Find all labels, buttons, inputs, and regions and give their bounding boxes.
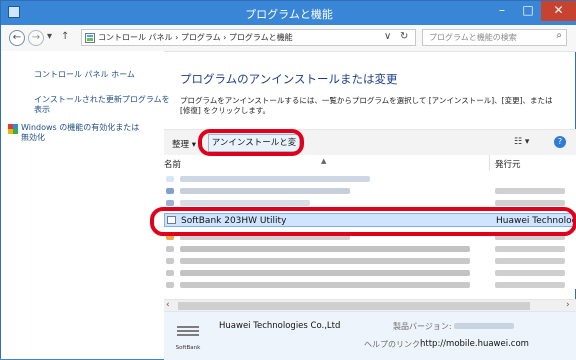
redacted-text	[495, 270, 565, 276]
maximize-button[interactable]: □	[515, 1, 541, 21]
redacted-text	[180, 188, 350, 194]
list-item[interactable]	[164, 279, 576, 289]
windows-features-link-line1[interactable]: Windows の機能の有効化または	[21, 123, 139, 133]
sort-ascending-icon: ▲	[321, 157, 327, 165]
control-panel-icon	[85, 33, 95, 43]
search-box[interactable]: プログラムと機能の検索 ⌕	[422, 29, 567, 46]
view-options-icon[interactable]: ☷ ▾	[514, 137, 529, 147]
path-dropdown[interactable]: ∨	[384, 31, 391, 42]
installed-updates-link-line1[interactable]: インストールされた更新プログラムを	[34, 95, 170, 105]
windows-features-link-line2[interactable]: 無効化	[21, 133, 45, 143]
recent-locations-dropdown[interactable]: ▾	[47, 31, 52, 42]
forward-button[interactable]: →	[28, 30, 44, 46]
column-headers: 名前 ▲ 発行元	[164, 155, 576, 171]
redacted-icon	[166, 270, 174, 276]
page-title: プログラムのアンインストールまたは変更	[180, 72, 398, 86]
minimize-button[interactable]: –	[489, 1, 515, 21]
list-item[interactable]	[164, 173, 576, 185]
redacted-icon	[166, 188, 174, 194]
redacted-icon	[166, 200, 174, 206]
path-box[interactable]: コントロール パネル › プログラム › プログラムと機能 ∨ ↻	[81, 29, 416, 46]
details-version-label: 製品バージョン:	[393, 322, 452, 331]
address-bar: ← → ▾ ↑ コントロール パネル › プログラム › プログラムと機能 ∨ …	[1, 25, 576, 52]
page-description: プログラムをアンインストールするには、一覧からプログラムを選択して [アンインス…	[180, 96, 553, 115]
redacted-version	[454, 323, 514, 329]
column-header-publisher[interactable]: 発行元	[495, 158, 521, 170]
annotation-highlight-uninstall	[198, 129, 304, 156]
list-item[interactable]	[164, 255, 576, 267]
search-input[interactable]: プログラムと機能の検索	[429, 32, 517, 43]
redacted-icon	[166, 176, 174, 182]
redacted-icon	[166, 246, 174, 252]
list-item[interactable]	[164, 185, 576, 197]
redacted-text	[495, 246, 565, 252]
back-button[interactable]: ←	[9, 30, 25, 46]
scroll-right-icon[interactable]: ›	[566, 300, 570, 310]
redacted-text	[180, 246, 470, 252]
scroll-left-icon[interactable]: ‹	[166, 300, 170, 310]
logo-text: SoftBank	[176, 345, 201, 351]
help-icon[interactable]: ?	[554, 136, 566, 148]
redacted-text	[495, 188, 565, 194]
redacted-text	[180, 176, 370, 182]
annotation-highlight-program-row	[150, 207, 576, 236]
close-button[interactable]: ✕	[541, 1, 576, 21]
redacted-text	[495, 282, 565, 288]
column-header-name[interactable]: 名前	[164, 158, 181, 170]
redacted-icon	[166, 258, 174, 264]
programs-and-features-window: プログラムと機能 – □ ✕ ← → ▾ ↑ コントロール パネル › プログラ…	[0, 0, 576, 360]
details-help-label: ヘルプのリンク:	[364, 340, 423, 349]
scrollbar-thumb[interactable]	[178, 302, 530, 310]
shield-icon	[8, 124, 18, 134]
list-item[interactable]	[164, 243, 576, 255]
refresh-button[interactable]: ↻	[400, 31, 408, 42]
redacted-icon	[166, 282, 174, 288]
up-button[interactable]: ↑	[61, 31, 69, 42]
softbank-logo: SoftBank	[176, 326, 201, 351]
organize-menu[interactable]: 整理 ▾	[172, 138, 196, 150]
title-bar: プログラムと機能 – □ ✕	[1, 1, 576, 25]
redacted-text	[495, 258, 565, 264]
redacted-text	[180, 258, 470, 264]
redacted-text	[180, 282, 470, 288]
column-divider[interactable]	[489, 155, 490, 171]
details-help-url[interactable]: http://mobile.huawei.com	[420, 339, 529, 349]
redacted-text	[180, 200, 310, 206]
list-item[interactable]	[164, 267, 576, 279]
breadcrumb: コントロール パネル › プログラム › プログラムと機能	[98, 33, 293, 42]
redacted-text	[495, 200, 565, 206]
search-icon[interactable]: ⌕	[556, 30, 562, 41]
details-company: Huawei Technologies Co.,Ltd	[219, 321, 341, 331]
details-pane: SoftBank Huawei Technologies Co.,Ltd 製品バ…	[164, 311, 576, 360]
redacted-text	[180, 270, 470, 276]
control-panel-home-link[interactable]: コントロール パネル ホーム	[34, 70, 135, 80]
installed-updates-link-line2[interactable]: 表示	[34, 105, 50, 115]
